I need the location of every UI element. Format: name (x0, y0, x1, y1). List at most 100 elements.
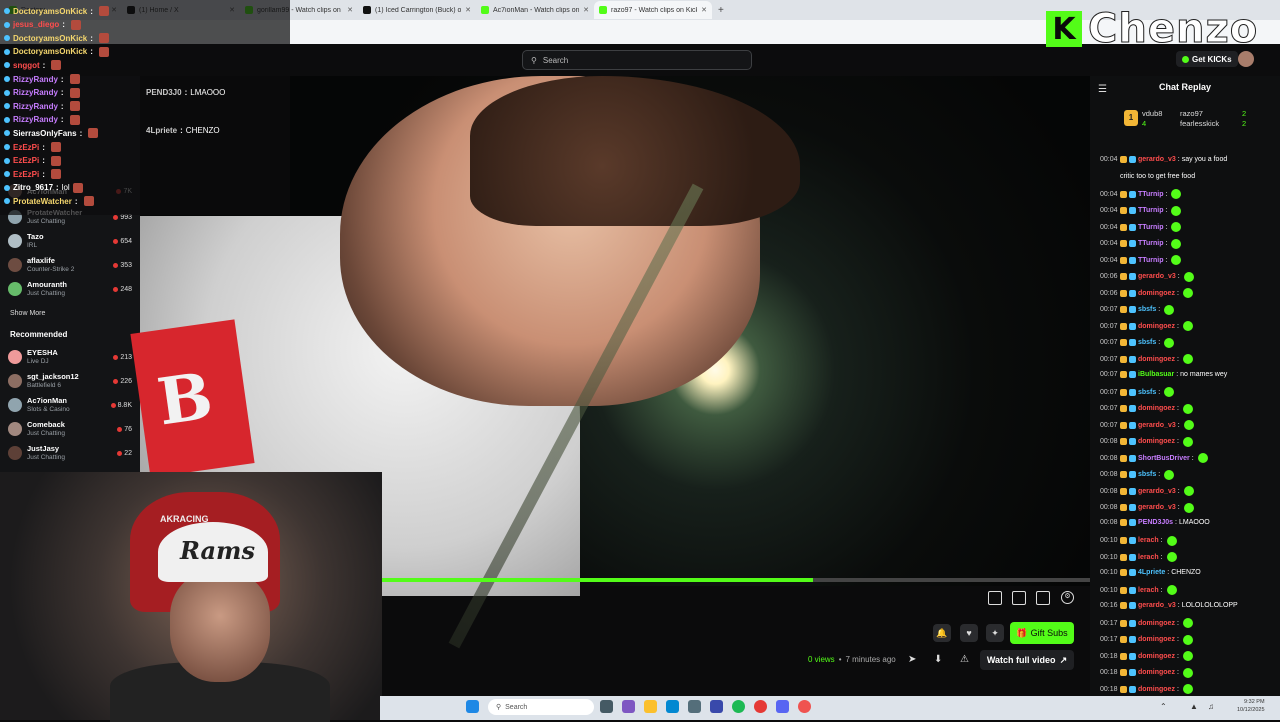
sidebar-channel[interactable]: sgt_jackson12 Battlefield 6 226 (8, 372, 132, 390)
chat-timestamp: 00:07 (1100, 322, 1118, 330)
windows-start-icon[interactable] (466, 700, 479, 713)
sidebar-channel[interactable]: Tazo IRL 654 (8, 232, 132, 250)
chat-username[interactable]: domingoez (1138, 438, 1175, 445)
tray-chevron-icon[interactable]: ⌃ (1160, 702, 1167, 711)
sidebar-channel[interactable]: aflaxlife Counter-Strike 2 353 (8, 256, 132, 274)
viewer-count-value: 226 (120, 377, 132, 385)
chat-username[interactable]: lerach (1138, 587, 1159, 594)
obs-icon[interactable] (798, 700, 811, 713)
file-explorer-icon[interactable] (644, 700, 657, 713)
discord-icon[interactable] (776, 700, 789, 713)
chat-username[interactable]: domingoez (1138, 620, 1175, 627)
browser-tab[interactable]: Ac7ionMan - Watch clips on Kick✕ (476, 1, 594, 19)
tab-close-icon[interactable]: ✕ (701, 6, 707, 14)
chat-username[interactable]: domingoez (1138, 653, 1175, 660)
tab-close-icon[interactable]: ✕ (347, 6, 353, 14)
emote-icon (1171, 255, 1182, 265)
taskbar-clock[interactable]: 9:32 PM 10/12/2025 (1237, 698, 1265, 714)
get-kicks-button[interactable]: Get KICKs (1176, 51, 1238, 67)
chat-username[interactable]: TTurnip (1138, 240, 1164, 247)
chat-username[interactable]: gerardo_v3 (1138, 422, 1176, 429)
chat-username[interactable]: TTurnip (1138, 257, 1164, 264)
gift-subs-button[interactable]: 🎁 Gift Subs (1010, 622, 1074, 644)
chat-username[interactable]: domingoez (1138, 636, 1175, 643)
sidebar-channel[interactable]: EYESHA Live DJ 213 (8, 348, 132, 366)
chat-username[interactable]: lerach (1138, 554, 1159, 561)
chat-username[interactable]: TTurnip (1138, 191, 1164, 198)
chat-username[interactable]: domingoez (1138, 405, 1175, 412)
overlay-chat-user: DoctoryamsOnKick (13, 33, 88, 43)
chat-username[interactable]: gerardo_v3 (1138, 156, 1176, 163)
emote-icon (83, 196, 94, 207)
tab-close-icon[interactable]: ✕ (583, 6, 589, 14)
tab-close-icon[interactable]: ✕ (465, 6, 471, 14)
theater-mode-icon[interactable] (1012, 591, 1026, 605)
store-icon[interactable] (688, 700, 701, 713)
sidebar-channel[interactable]: Amouranth Just Chatting 248 (8, 280, 132, 298)
chat-username[interactable]: domingoez (1138, 669, 1175, 676)
chat-username[interactable]: gerardo_v3 (1138, 602, 1176, 609)
browser-tab[interactable]: razo97 - Watch clips on Kick ✕ (594, 1, 712, 19)
tab-title: Ac7ionMan - Watch clips on Kick (493, 6, 580, 14)
chat-username[interactable]: domingoez (1138, 356, 1175, 363)
edge-browser-icon[interactable] (666, 700, 679, 713)
viewer-count-value: 654 (120, 237, 132, 245)
download-icon[interactable]: ⬇ (934, 654, 942, 665)
fullscreen-icon[interactable] (1036, 591, 1050, 605)
emote-icon (1164, 337, 1175, 348)
chat-username[interactable]: gerardo_v3 (1138, 488, 1176, 495)
share-icon[interactable]: ➤ (908, 654, 916, 665)
volume-icon[interactable]: ♫ (1208, 702, 1214, 711)
clip-icon[interactable]: ✦ (986, 624, 1004, 642)
video-progress-bar[interactable] (380, 578, 1090, 582)
viewer-count-value: 76 (124, 425, 132, 433)
watch-full-video-button[interactable]: Watch full video ↗ (980, 650, 1074, 670)
app-icon-1[interactable] (622, 700, 635, 713)
user-avatar[interactable] (1238, 51, 1254, 67)
chrome-icon[interactable] (754, 700, 767, 713)
chat-timestamp: 00:08 (1100, 504, 1118, 511)
report-icon[interactable]: ⚠ (960, 654, 969, 665)
sidebar-channel[interactable]: JustJasy Just Chatting 22 (8, 444, 132, 462)
chat-username[interactable]: domingoez (1138, 290, 1175, 297)
chat-username[interactable]: sbsfs (1138, 471, 1156, 478)
taskbar-search[interactable]: ⚲ Search (488, 699, 594, 715)
heart-icon[interactable]: ♥ (960, 624, 978, 642)
chat-badge-icon (1129, 289, 1136, 297)
sidebar-channel[interactable]: Ac7ionMan Slots & Casino 8.8K (8, 396, 132, 414)
notification-bell-icon[interactable]: 🔔 (933, 624, 951, 642)
chat-username[interactable]: domingoez (1138, 323, 1175, 330)
clip-meta: 0 views • 7 minutes ago (808, 655, 896, 664)
chat-text: critic too to get free food (1120, 172, 1196, 180)
chat-username[interactable]: sbsfs (1138, 339, 1156, 346)
chat-username[interactable]: gerardo_v3 (1138, 273, 1176, 280)
chat-username[interactable]: iBulbasuar (1138, 371, 1174, 378)
task-view-icon[interactable] (600, 700, 613, 713)
overlay-chat-user: 4Lpriete (146, 126, 178, 135)
chat-badge-icon (1129, 601, 1136, 609)
chat-username[interactable]: TTurnip (1138, 207, 1164, 214)
chat-username[interactable]: TTurnip (1138, 224, 1164, 231)
new-tab-button[interactable]: + (718, 5, 724, 16)
chat-username[interactable]: PEND3J0s (1138, 519, 1173, 526)
chat-username[interactable]: gerardo_v3 (1138, 504, 1176, 511)
sidebar-channel[interactable]: Comeback Just Chatting 76 (8, 420, 132, 438)
chat-username[interactable]: domingoez (1138, 686, 1175, 693)
search-input[interactable]: ⚲ Search (522, 50, 752, 70)
chat-badge-icon (1120, 207, 1127, 214)
chat-username[interactable]: 4Lpriete (1138, 569, 1165, 576)
chat-badge-icon (1129, 438, 1136, 445)
spotify-icon[interactable] (732, 700, 745, 713)
overlay-chat-line: SierrasOnlyFans: (4, 128, 99, 139)
chat-username[interactable]: sbsfs (1138, 306, 1156, 313)
chat-username[interactable]: sbsfs (1138, 389, 1156, 396)
show-more-link[interactable]: Show More (10, 310, 45, 317)
pip-icon[interactable] (988, 591, 1002, 605)
app-icon-2[interactable] (710, 700, 723, 713)
chat-username[interactable]: ShortBusDriver (1138, 455, 1190, 462)
settings-icon[interactable]: ⚙ (1061, 591, 1074, 604)
browser-tab[interactable]: (1) Iced Carrington (Buck) on X✕ (358, 1, 476, 19)
chat-badge-icon (1129, 156, 1136, 163)
chat-username[interactable]: lerach (1138, 537, 1159, 544)
network-icon[interactable]: ▲ (1190, 702, 1198, 711)
